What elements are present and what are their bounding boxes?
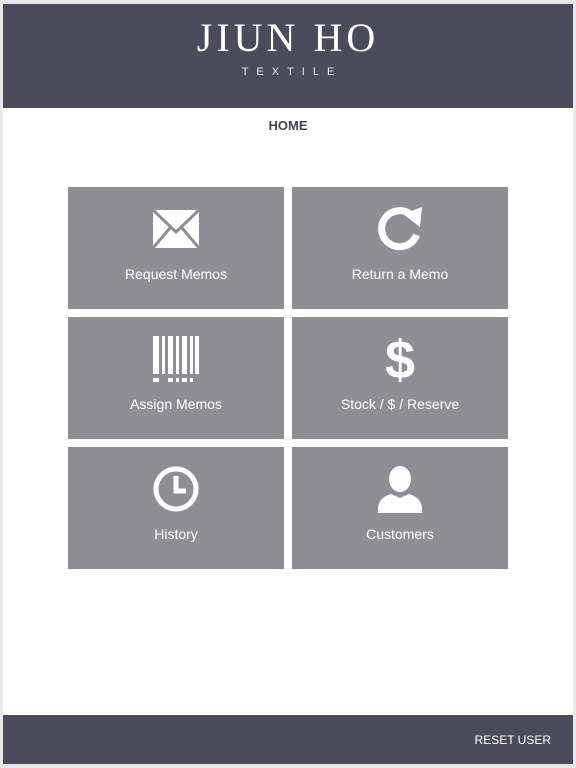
app-header: JIUN HO TEXTILE [3, 4, 573, 108]
assign-memos-label: Assign Memos [130, 396, 222, 412]
request-memos-label: Request Memos [125, 266, 227, 282]
brand-subtitle: TEXTILE [241, 66, 343, 78]
barcode-icon [68, 335, 284, 383]
person-icon [292, 465, 508, 513]
return-memo-button[interactable]: Return a Memo [292, 187, 508, 309]
customers-label: Customers [366, 526, 434, 542]
dollar-icon: $ [292, 333, 508, 385]
envelope-icon [68, 205, 284, 253]
reset-user-button[interactable]: RESET USER [475, 733, 551, 747]
return-memo-label: Return a Memo [351, 266, 449, 282]
history-button[interactable]: History [68, 447, 284, 569]
svg-text:$: $ [385, 333, 415, 385]
app-footer: RESET USER [3, 715, 573, 764]
request-memos-button[interactable]: Request Memos [68, 187, 284, 309]
stock-reserve-label: Stock / $ / Reserve [340, 396, 460, 412]
history-label: History [154, 526, 198, 542]
refresh-icon [292, 205, 508, 253]
page-title: HOME [268, 118, 308, 133]
brand-logo: JIUN HO [196, 15, 380, 60]
stock-reserve-button[interactable]: $ Stock / $ / Reserve [292, 317, 508, 439]
assign-memos-button[interactable]: Assign Memos [68, 317, 284, 439]
app-frame: JIUN HO TEXTILE HOME Request Memos Retur… [3, 4, 573, 764]
clock-icon [68, 465, 284, 513]
customers-button[interactable]: Customers [292, 447, 508, 569]
